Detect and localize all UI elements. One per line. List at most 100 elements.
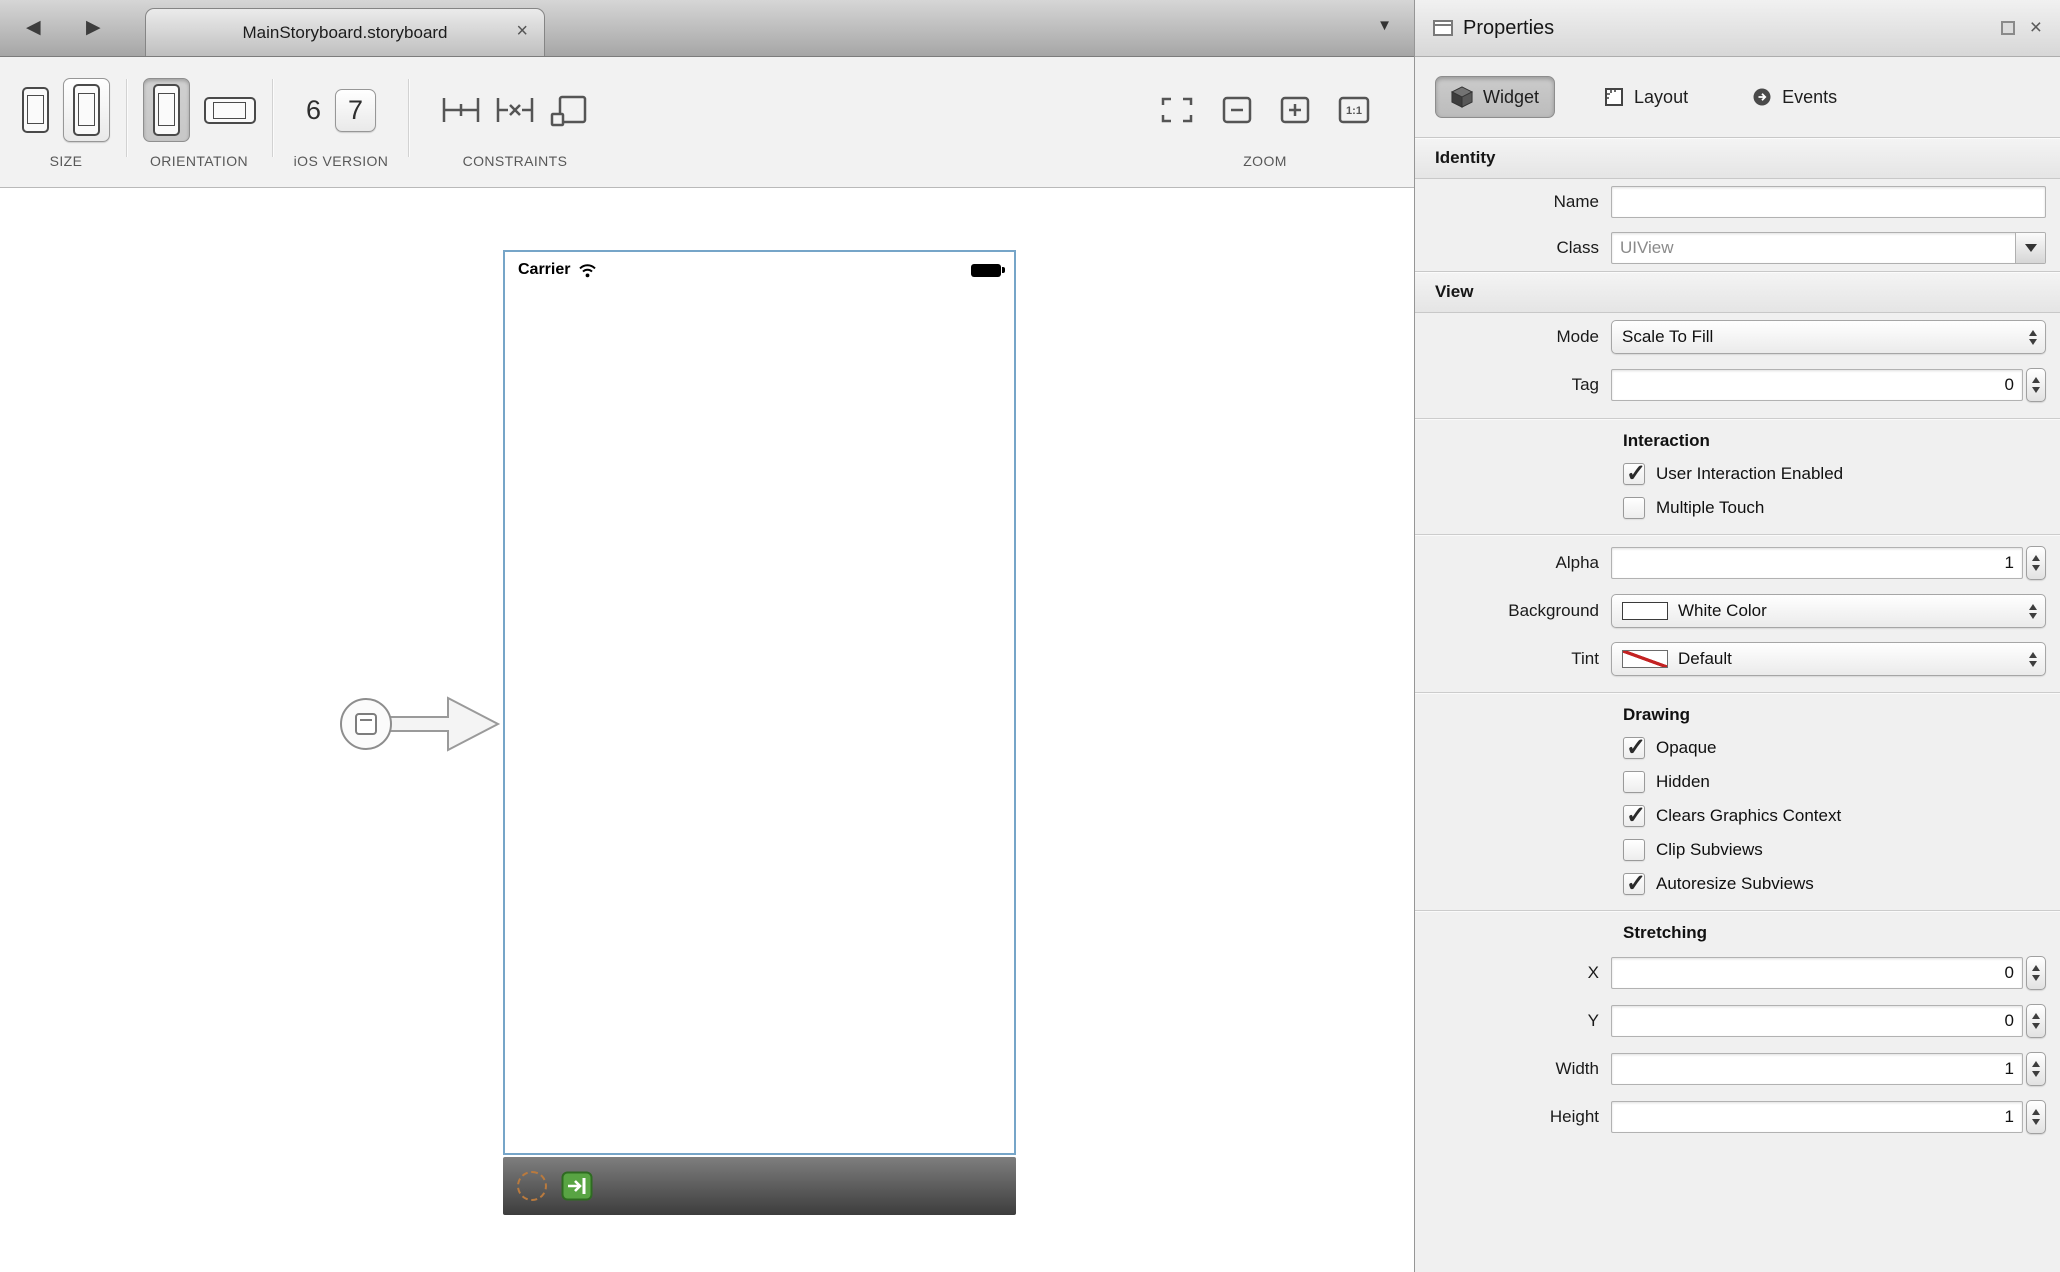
alpha-stepper[interactable] xyxy=(2026,546,2046,580)
remove-constraint-button[interactable] xyxy=(495,93,535,127)
back-button[interactable]: ◀ xyxy=(26,16,41,39)
width-constraint-button[interactable] xyxy=(441,93,481,127)
stretch-y-stepper[interactable] xyxy=(2026,1004,2046,1038)
clears-graphics-context-label: Clears Graphics Context xyxy=(1656,806,1841,826)
dock-panel-icon[interactable] xyxy=(2001,21,2015,35)
class-dropdown-button[interactable] xyxy=(2015,233,2045,263)
autoresize-subviews-row[interactable]: Autoresize Subviews xyxy=(1415,867,2060,901)
alpha-field[interactable]: 1 xyxy=(1611,547,2023,579)
zoom-out-button[interactable] xyxy=(1221,95,1253,125)
forward-button[interactable]: ▶ xyxy=(86,16,101,39)
portrait-phone-icon xyxy=(153,84,180,136)
mode-row: Mode Scale To Fill xyxy=(1415,313,2060,361)
clears-graphics-context-checkbox[interactable] xyxy=(1623,805,1645,827)
clip-subviews-checkbox[interactable] xyxy=(1623,839,1645,861)
stretch-y-row: Y 0 xyxy=(1415,997,2060,1045)
toolbar-group-size: SIZE xyxy=(10,69,122,169)
storyboard-editor: ◀ ▶ MainStoryboard.storyboard × ▼ SIZE xyxy=(0,0,1414,1272)
toolbar-separator xyxy=(408,79,409,157)
class-label: Class xyxy=(1415,238,1611,258)
toolbar-separator xyxy=(272,79,273,157)
close-panel-icon[interactable]: × xyxy=(2030,19,2042,37)
orientation-portrait-button[interactable] xyxy=(143,78,190,142)
stretch-width-field[interactable]: 1 xyxy=(1611,1053,2023,1085)
tab-close-icon[interactable]: × xyxy=(516,21,528,41)
name-label: Name xyxy=(1415,192,1611,212)
multiple-touch-label: Multiple Touch xyxy=(1656,498,1764,518)
stretch-y-field[interactable]: 0 xyxy=(1611,1005,2023,1037)
class-combo[interactable]: UIView xyxy=(1611,232,2046,264)
zoom-actual-size-button[interactable]: 1:1 xyxy=(1337,95,1371,125)
stretch-y-label: Y xyxy=(1415,1011,1611,1031)
design-canvas[interactable]: Carrier xyxy=(0,188,1414,1272)
opaque-checkbox[interactable] xyxy=(1623,737,1645,759)
document-tab-bar: ◀ ▶ MainStoryboard.storyboard × ▼ xyxy=(0,0,1414,57)
tab-widget-label: Widget xyxy=(1483,87,1539,108)
initial-view-controller-arrow[interactable] xyxy=(336,692,506,756)
tag-value: 0 xyxy=(2005,375,2014,395)
zoom-in-button[interactable] xyxy=(1279,95,1311,125)
zoom-out-icon xyxy=(1221,95,1253,125)
user-interaction-checkbox[interactable] xyxy=(1623,463,1645,485)
stretching-header: Stretching xyxy=(1415,911,2060,949)
view-controller-dock-icon[interactable] xyxy=(517,1171,547,1201)
autoresize-subviews-checkbox[interactable] xyxy=(1623,873,1645,895)
white-color-swatch xyxy=(1622,602,1668,620)
ios-designer-window: ◀ ▶ MainStoryboard.storyboard × ▼ SIZE xyxy=(0,0,2060,1272)
ios-7-button[interactable]: 7 xyxy=(335,89,376,132)
alpha-value: 1 xyxy=(2005,553,2014,573)
multiple-touch-checkbox[interactable] xyxy=(1623,497,1645,519)
size-iphone-3-5-button[interactable] xyxy=(22,87,49,133)
exit-segue-icon[interactable] xyxy=(561,1171,593,1201)
stretch-height-field[interactable]: 1 xyxy=(1611,1101,2023,1133)
toolbar-group-ios-version: 6 7 iOS VERSION xyxy=(282,69,400,169)
toolbar-group-orientation: ORIENTATION xyxy=(134,69,264,169)
tag-row: Tag 0 xyxy=(1415,361,2060,409)
hidden-row[interactable]: Hidden xyxy=(1415,765,2060,799)
zoom-actual-size-icon: 1:1 xyxy=(1337,95,1371,125)
opaque-row[interactable]: Opaque xyxy=(1415,731,2060,765)
stretch-width-row: Width 1 xyxy=(1415,1045,2060,1093)
tag-field[interactable]: 0 xyxy=(1611,369,2023,401)
background-value: White Color xyxy=(1678,601,1767,621)
mode-popup[interactable]: Scale To Fill xyxy=(1611,320,2046,354)
tab-layout[interactable]: Layout xyxy=(1589,78,1703,117)
tab-mainstoryboard[interactable]: MainStoryboard.storyboard × xyxy=(145,8,545,56)
stretch-x-stepper[interactable] xyxy=(2026,956,2046,990)
default-tint-swatch xyxy=(1622,650,1668,668)
ios-6-label: 6 xyxy=(306,95,321,126)
name-field[interactable] xyxy=(1611,186,2046,218)
stretch-width-stepper[interactable] xyxy=(2026,1052,2046,1086)
stretch-width-value: 1 xyxy=(2005,1059,2014,1079)
user-interaction-label: User Interaction Enabled xyxy=(1656,464,1843,484)
hidden-checkbox[interactable] xyxy=(1623,771,1645,793)
carrier-label: Carrier xyxy=(518,261,570,279)
divider xyxy=(1415,534,2060,535)
properties-title: Properties xyxy=(1463,17,1554,40)
tab-overflow-chevron-icon[interactable]: ▼ xyxy=(1377,17,1392,34)
popup-arrows-icon xyxy=(2029,595,2037,627)
tint-popup[interactable]: Default xyxy=(1611,642,2046,676)
stretch-x-row: X 0 xyxy=(1415,949,2060,997)
user-interaction-enabled-row[interactable]: User Interaction Enabled xyxy=(1415,457,2060,491)
tab-widget[interactable]: Widget xyxy=(1435,76,1555,118)
alpha-row: Alpha 1 xyxy=(1415,539,2060,587)
background-popup[interactable]: White Color xyxy=(1611,594,2046,628)
clears-graphics-context-row[interactable]: Clears Graphics Context xyxy=(1415,799,2060,833)
clip-subviews-row[interactable]: Clip Subviews xyxy=(1415,833,2060,867)
ios-7-label: 7 xyxy=(345,95,366,126)
zoom-fit-button[interactable] xyxy=(1159,95,1195,125)
ios-6-button[interactable]: 6 xyxy=(306,95,321,126)
stretch-x-field[interactable]: 0 xyxy=(1611,957,2023,989)
size-iphone-4-button[interactable] xyxy=(63,78,110,142)
frame-edit-button[interactable] xyxy=(549,93,589,127)
view-controller-view[interactable]: Carrier xyxy=(503,250,1016,1155)
tab-events[interactable]: Events xyxy=(1737,78,1852,117)
chevron-down-icon xyxy=(2025,244,2037,252)
orientation-landscape-button[interactable] xyxy=(204,97,256,124)
multiple-touch-row[interactable]: Multiple Touch xyxy=(1415,491,2060,525)
stretch-height-value: 1 xyxy=(2005,1107,2014,1127)
stretch-height-stepper[interactable] xyxy=(2026,1100,2046,1134)
tag-stepper[interactable] xyxy=(2026,368,2046,402)
stretch-y-value: 0 xyxy=(2005,1011,2014,1031)
